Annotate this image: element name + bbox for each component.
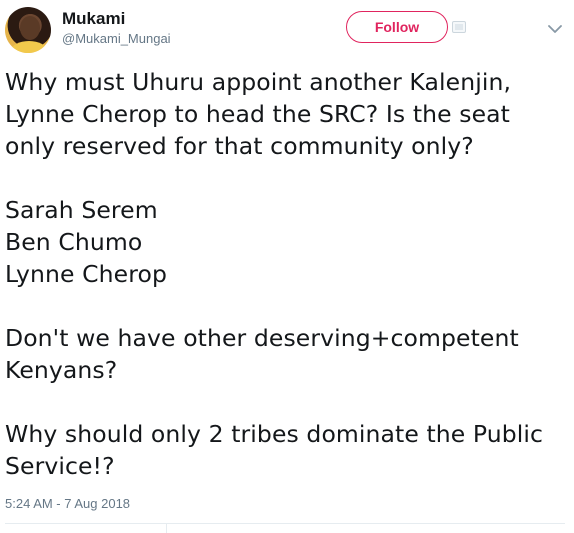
divider	[5, 523, 565, 524]
tweet-line: Lynne Cherop	[5, 260, 167, 288]
tweet-timestamp[interactable]: 5:24 AM - 7 Aug 2018	[5, 496, 130, 511]
tweet-line: Ben Chumo	[5, 228, 143, 256]
tweet-line: Lynne Cherop to head the SRC? Is the sea…	[5, 100, 510, 128]
avatar[interactable]	[5, 7, 51, 53]
tweet-line: Kenyans?	[5, 356, 118, 384]
screenshot-badge-icon	[452, 21, 466, 33]
chevron-down-icon[interactable]	[548, 24, 562, 34]
follow-button[interactable]: Follow	[346, 11, 448, 43]
tweet-line: Don't we have other deserving+competent	[5, 324, 519, 352]
tweet-line: Why must Uhuru appoint another Kalenjin,	[5, 68, 512, 96]
tweet-line: Why should only 2 tribes dominate the Pu…	[5, 420, 544, 448]
avatar-shirt	[11, 41, 47, 53]
tweet-line: Sarah Serem	[5, 196, 158, 224]
tweet-line: only reserved for that community only?	[5, 132, 474, 160]
avatar-face	[20, 16, 40, 40]
user-handle[interactable]: @Mukami_Mungai	[62, 31, 171, 46]
tweet-line: Service!?	[5, 452, 115, 480]
divider-tick	[166, 523, 167, 533]
user-name[interactable]: Mukami	[62, 9, 125, 29]
tweet-header: Mukami @Mukami_Mungai Follow	[0, 0, 574, 62]
tweet-text: Why must Uhuru appoint another Kalenjin,…	[5, 66, 565, 482]
